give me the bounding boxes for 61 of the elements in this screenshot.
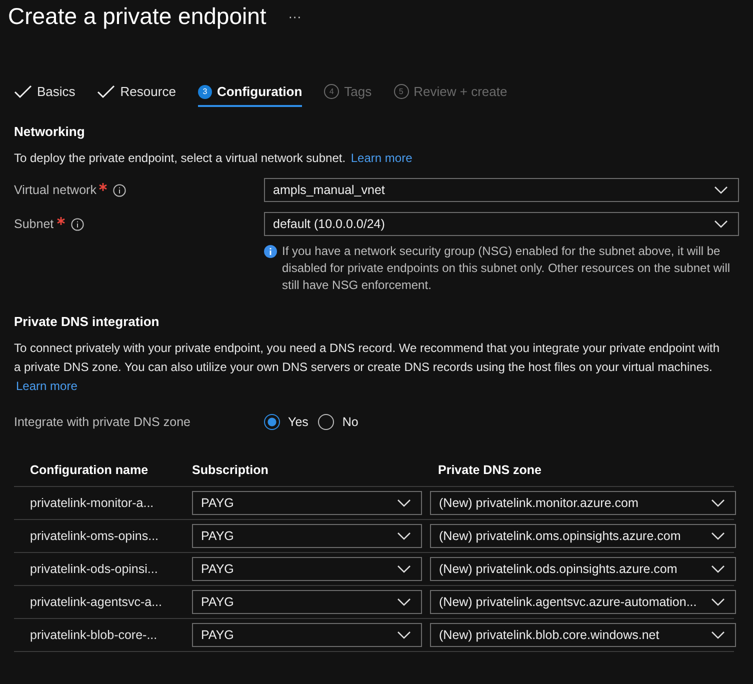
section-description: To deploy the private endpoint, select a virtual network subnet. Learn more [14,150,414,167]
step-number: 3 [198,84,212,98]
chevron-down-icon [711,499,725,507]
dropdown[interactable]: (New) privatelink.oms.opinsights.azure.com [430,524,736,548]
radio-option[interactable]: Yes [264,414,308,430]
chevron-down-icon [711,598,725,606]
dropdown[interactable]: ampls_manual_vnet [264,178,739,202]
table-cell-text: privatelink-blob-core-... [30,628,158,642]
field-label: Virtual network [14,183,96,197]
table-cell-text: privatelink-agentsvc-a... [30,595,164,609]
column-header: Configuration name [30,462,150,476]
dropdown[interactable]: (New) privatelink.agentsvc.azure-automation... [430,590,736,614]
section-heading: Networking [14,124,86,139]
section-heading: Private DNS integration [14,314,160,329]
check-icon [14,84,32,98]
dropdown[interactable]: PAYG [192,491,422,515]
chevron-down-icon [397,499,411,507]
dropdown[interactable]: default (10.0.0.0/24) [264,212,739,236]
table-cell-text: privatelink-monitor-a... [30,496,155,510]
dropdown[interactable]: (New) privatelink.ods.opinsights.azure.com [430,557,736,581]
step-number: 4 [324,84,340,99]
field-label: Integrate with private DNS zone [14,414,192,431]
page-title: Create a private endpoint [8,2,266,30]
chevron-down-icon [711,631,725,639]
learn-more-link[interactable]: Learn more [350,151,412,165]
chevron-down-icon [397,532,411,540]
radio-option[interactable]: No [318,414,358,430]
wizard-tab[interactable]: 5 Review + create [394,78,508,107]
step-number: 5 [394,84,409,99]
chevron-down-icon [714,186,728,194]
dropdown[interactable]: PAYG [192,557,422,581]
dropdown[interactable]: PAYG [192,590,422,614]
chevron-down-icon [397,631,411,639]
wizard-tab[interactable]: Basics [14,78,76,107]
dropdown[interactable]: PAYG [192,524,422,548]
section-description: To connect privately with your private endpoint, you need a DNS record. We recommend that you integrate your private endpoint with a private DNS zone. You can also utilize your own DNS servers or create DNS records using the host files on your virtual machines. Learn more [14,340,720,395]
table-cell-text: privatelink-oms-opins... [30,529,160,543]
info-icon [70,218,84,230]
dropdown[interactable]: (New) privatelink.blob.core.windows.net [430,623,736,647]
info-icon [113,184,126,196]
info-icon [264,245,277,258]
table-cell-text: privatelink-ods-opinsi... [30,562,159,576]
wizard-tab[interactable]: 3 Configuration [198,78,302,107]
wizard-tab[interactable]: Resource [97,78,176,107]
dropdown[interactable]: (New) privatelink.monitor.azure.com [430,491,736,515]
column-header: Subscription [192,462,270,476]
wizard-tab[interactable]: 4 Tags [324,78,372,107]
field-label: Subnet [14,217,54,231]
chevron-down-icon [711,565,725,573]
chevron-down-icon [397,565,411,573]
chevron-down-icon [714,220,728,228]
learn-more-link[interactable]: Learn more [16,379,78,393]
info-message: If you have a network security group (NSG) enabled for the subnet above, it will be disabled for private endpoints on this subnet only. Other resources on the subnet will still have NSG enforcement. [282,243,732,294]
radio-button[interactable] [264,414,280,430]
more-button[interactable]: ··· [288,8,302,24]
radio-button[interactable] [318,414,334,430]
chevron-down-icon [397,598,411,606]
column-header: Private DNS zone [437,462,543,476]
check-icon [97,84,116,98]
dropdown[interactable]: PAYG [192,623,422,647]
chevron-down-icon [711,532,725,540]
